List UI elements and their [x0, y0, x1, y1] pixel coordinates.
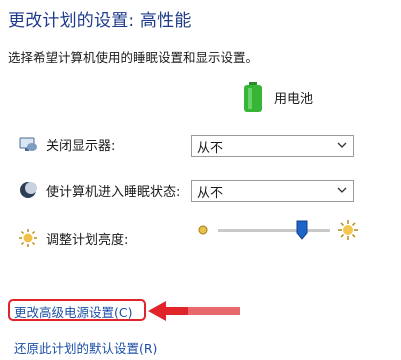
- slider-track[interactable]: [218, 229, 330, 232]
- battery-column-header: 用电池: [240, 82, 313, 112]
- display-off-label: 关闭显示器:: [46, 138, 116, 154]
- sleep-label: 使计算机进入睡眠状态:: [46, 184, 181, 200]
- display-off-select[interactable]: 从不: [191, 135, 354, 157]
- chevron-down-icon: [337, 142, 347, 148]
- brightness-sun-icon: [19, 229, 37, 247]
- brightness-high-icon: [338, 220, 358, 240]
- battery-column-label: 用电池: [274, 91, 314, 107]
- sleep-row: 使计算机进入睡眠状态:: [18, 180, 180, 200]
- brightness-label: 调整计划亮度:: [46, 232, 129, 248]
- chevron-down-icon: [337, 187, 347, 193]
- brightness-row: 调整计划亮度:: [18, 228, 128, 248]
- sleep-moon-icon: [20, 182, 37, 198]
- brightness-low-icon: [198, 225, 208, 235]
- display-off-row: 关闭显示器:: [18, 134, 115, 154]
- sleep-value: 从不: [197, 185, 224, 201]
- sleep-select[interactable]: 从不: [191, 180, 354, 202]
- slider-thumb[interactable]: [296, 220, 308, 240]
- page-title: 更改计划的设置: 高性能: [8, 11, 192, 31]
- monitor-icon: [19, 137, 37, 151]
- page-subtitle: 选择希望计算机使用的睡眠设置和显示设置。: [8, 50, 259, 65]
- restore-defaults-link[interactable]: 还原此计划的默认设置(R): [14, 338, 157, 357]
- display-off-value: 从不: [197, 140, 224, 156]
- brightness-slider[interactable]: [194, 218, 364, 244]
- red-arrow-annotation: [148, 301, 240, 321]
- battery-icon: [244, 82, 262, 112]
- advanced-power-settings-link[interactable]: 更改高级电源设置(C): [14, 302, 132, 321]
